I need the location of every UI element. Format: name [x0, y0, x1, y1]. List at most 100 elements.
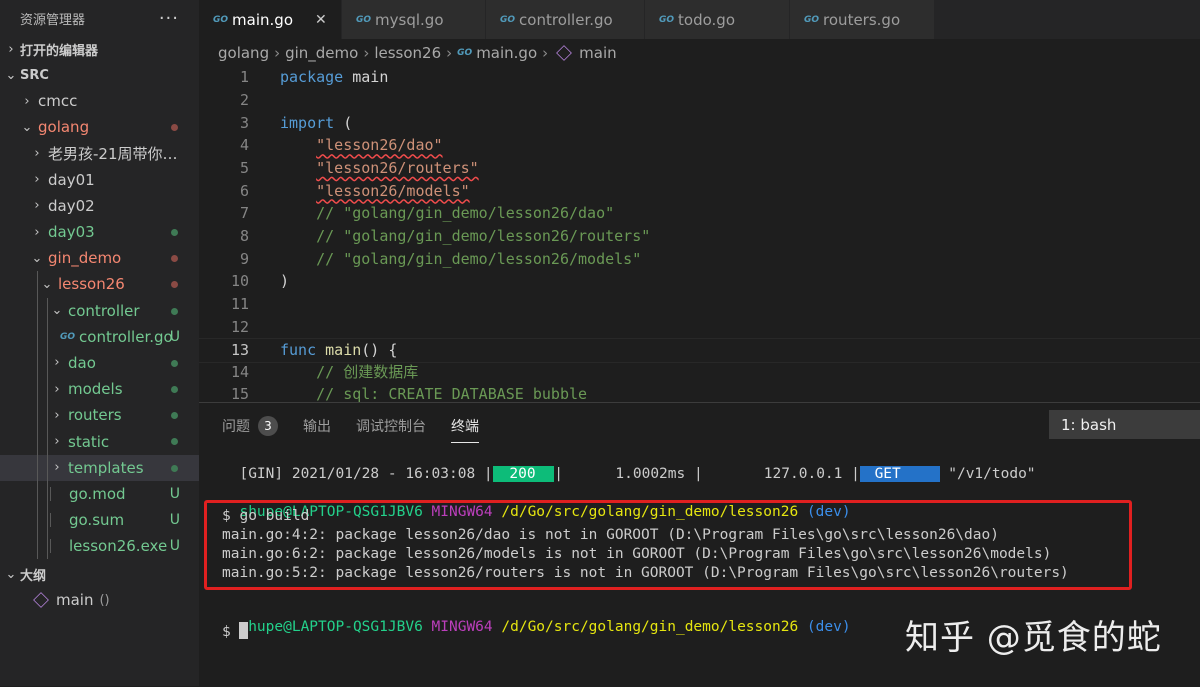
- tree-item[interactable]: › day02: [0, 193, 199, 219]
- gin-log-middle: | 1.0002ms | 127.0.0.1 |: [554, 466, 860, 482]
- line-number: 5: [239, 158, 249, 177]
- tree-item[interactable]: › day01: [0, 167, 199, 193]
- tree-item-label: routers: [68, 406, 122, 425]
- editor-tab[interactable]: GO todo.go: [645, 0, 790, 39]
- indent-guide: [37, 480, 38, 507]
- outline-item-detail: (): [99, 592, 110, 608]
- indent-guide: [37, 402, 38, 429]
- line-number: 6: [239, 181, 249, 200]
- editor-tab[interactable]: GO mysql.go: [342, 0, 486, 39]
- tree-item[interactable]: › 老男孩-21周带你搞...: [0, 140, 199, 166]
- breadcrumb-item[interactable]: lesson26: [374, 44, 441, 62]
- chevron-right-icon: ›: [54, 355, 60, 371]
- breadcrumb-item[interactable]: main.go: [476, 44, 537, 62]
- panel-tab-label: 调试控制台: [356, 419, 426, 435]
- git-status-dot: [171, 228, 178, 236]
- terminal-input-line[interactable]: $: [222, 622, 249, 640]
- go-file-icon: GO: [659, 14, 675, 25]
- code-editor[interactable]: 1 package main 2 3 import (4 "lesson26/dao" 5…: [199, 66, 1200, 402]
- watermark: 知乎 @觅食的蛇: [905, 618, 1162, 658]
- editor-tab[interactable]: GO main.go ✕: [199, 0, 342, 39]
- editor-tab[interactable]: GO routers.go: [790, 0, 935, 39]
- tree-item[interactable]: › templates: [0, 454, 199, 481]
- chevron-down-icon: ⌄: [5, 67, 17, 83]
- tree-item-label: go.mod: [69, 484, 126, 503]
- tree-item[interactable]: › day03: [0, 219, 199, 245]
- panel-tab-label: 输出: [303, 419, 331, 435]
- editor-tab[interactable]: GO controller.go: [486, 0, 645, 39]
- panel-tab[interactable]: 问题 3: [222, 412, 278, 440]
- prompt-dollar: $: [222, 624, 240, 640]
- gin-log-path: "/v1/todo": [939, 466, 1036, 482]
- code-line: 6 "lesson26/models": [199, 179, 1200, 202]
- tree-item[interactable]: ⌄ golang: [0, 114, 199, 140]
- tree-item[interactable]: › models: [0, 376, 199, 403]
- code-token: ): [280, 272, 290, 291]
- outline-section[interactable]: ⌄ 大纲: [0, 561, 199, 587]
- code-token: main: [343, 68, 389, 87]
- tree-item-label: controller.go: [79, 327, 173, 346]
- tree-item-label: 老男孩-21周带你搞...: [48, 144, 182, 163]
- code-line: 9 // "golang/gin_demo/lesson26/models": [199, 247, 1200, 270]
- tree-item-label: dao: [68, 353, 96, 372]
- explorer-header: 资源管理器 ···: [0, 0, 199, 36]
- tree-item-label: lesson26: [58, 275, 125, 294]
- indent-guide: [47, 480, 48, 507]
- code-line: 5 "lesson26/routers": [199, 157, 1200, 180]
- tree-item[interactable]: go.sum U: [0, 507, 199, 534]
- panel-tab[interactable]: 终端: [451, 412, 479, 443]
- code-text: import (: [280, 114, 352, 132]
- tree-item[interactable]: › routers: [0, 402, 199, 429]
- tab-label: mysql.go: [375, 10, 444, 29]
- git-status-badge: U: [169, 538, 180, 555]
- breadcrumb-item[interactable]: golang: [218, 44, 269, 62]
- tree-item[interactable]: › static: [0, 428, 199, 455]
- indent-guide: [37, 507, 38, 534]
- chevron-down-icon: ⌄: [5, 566, 17, 582]
- code-text: ): [280, 272, 289, 290]
- line-number: 14: [230, 362, 249, 381]
- code-token: // sql: CREATE DATABASE bubble: [280, 385, 588, 402]
- outline-item-label: main: [56, 591, 94, 610]
- open-editors-section[interactable]: › 打开的编辑器: [0, 36, 199, 62]
- terminal-prompt-2: shupe@LAPTOP-QSG1JBV6 MINGW64 /d/Go/src/…: [222, 603, 851, 635]
- code-line: 11: [199, 293, 1200, 316]
- terminal-select[interactable]: 1: bash: [1049, 410, 1200, 439]
- indent-guide: [37, 297, 38, 324]
- tree-item[interactable]: ⌄ controller: [0, 297, 199, 324]
- prompt-branch: (dev): [806, 619, 851, 635]
- go-file-icon: GO: [60, 331, 76, 342]
- chevron-right-icon: ›: [54, 460, 60, 476]
- chevron-right-icon: ›: [34, 198, 40, 214]
- tree-item[interactable]: lesson26.exe U: [0, 533, 199, 560]
- breadcrumb-item[interactable]: main: [579, 44, 616, 62]
- tree-item[interactable]: go.mod U: [0, 480, 199, 507]
- panel-tab[interactable]: 调试控制台: [356, 412, 426, 440]
- outline-item-main[interactable]: main (): [0, 587, 199, 613]
- status-200-badge: 200: [492, 466, 555, 482]
- file-icon: [50, 486, 61, 501]
- tree-item-label: static: [68, 432, 110, 451]
- indent-guide: [37, 323, 38, 350]
- close-icon[interactable]: ✕: [315, 12, 327, 28]
- code-token: main: [325, 341, 362, 360]
- breadcrumb-item[interactable]: gin_demo: [285, 44, 358, 62]
- tree-item[interactable]: › dao: [0, 349, 199, 377]
- src-section[interactable]: ⌄ SRC: [0, 62, 199, 88]
- outline-label: 大纲: [20, 568, 47, 584]
- tree-item[interactable]: ⌄ lesson26: [0, 271, 199, 298]
- line-number: 7: [239, 204, 249, 223]
- tree-item[interactable]: ⌄ gin_demo: [0, 245, 199, 271]
- code-token: "lesson26/dao": [316, 136, 443, 155]
- code-token: // "golang/gin_demo/lesson26/routers": [280, 226, 651, 245]
- tree-item[interactable]: GO controller.go U: [0, 323, 199, 350]
- panel-tab[interactable]: 输出: [303, 412, 331, 440]
- tree-item[interactable]: › cmcc: [0, 88, 199, 114]
- editor-tabs: GO main.go ✕ GO mysql.go GO controller.go GO tod…: [199, 0, 1200, 39]
- code-line: 12: [199, 315, 1200, 338]
- panel-tabs: 问题 3 输出 调试控制台 终端: [222, 412, 504, 443]
- code-text: "lesson26/dao": [280, 136, 443, 155]
- method-cube-icon: [33, 592, 49, 609]
- more-actions-icon[interactable]: ···: [159, 8, 179, 29]
- line-number: 1: [239, 68, 249, 87]
